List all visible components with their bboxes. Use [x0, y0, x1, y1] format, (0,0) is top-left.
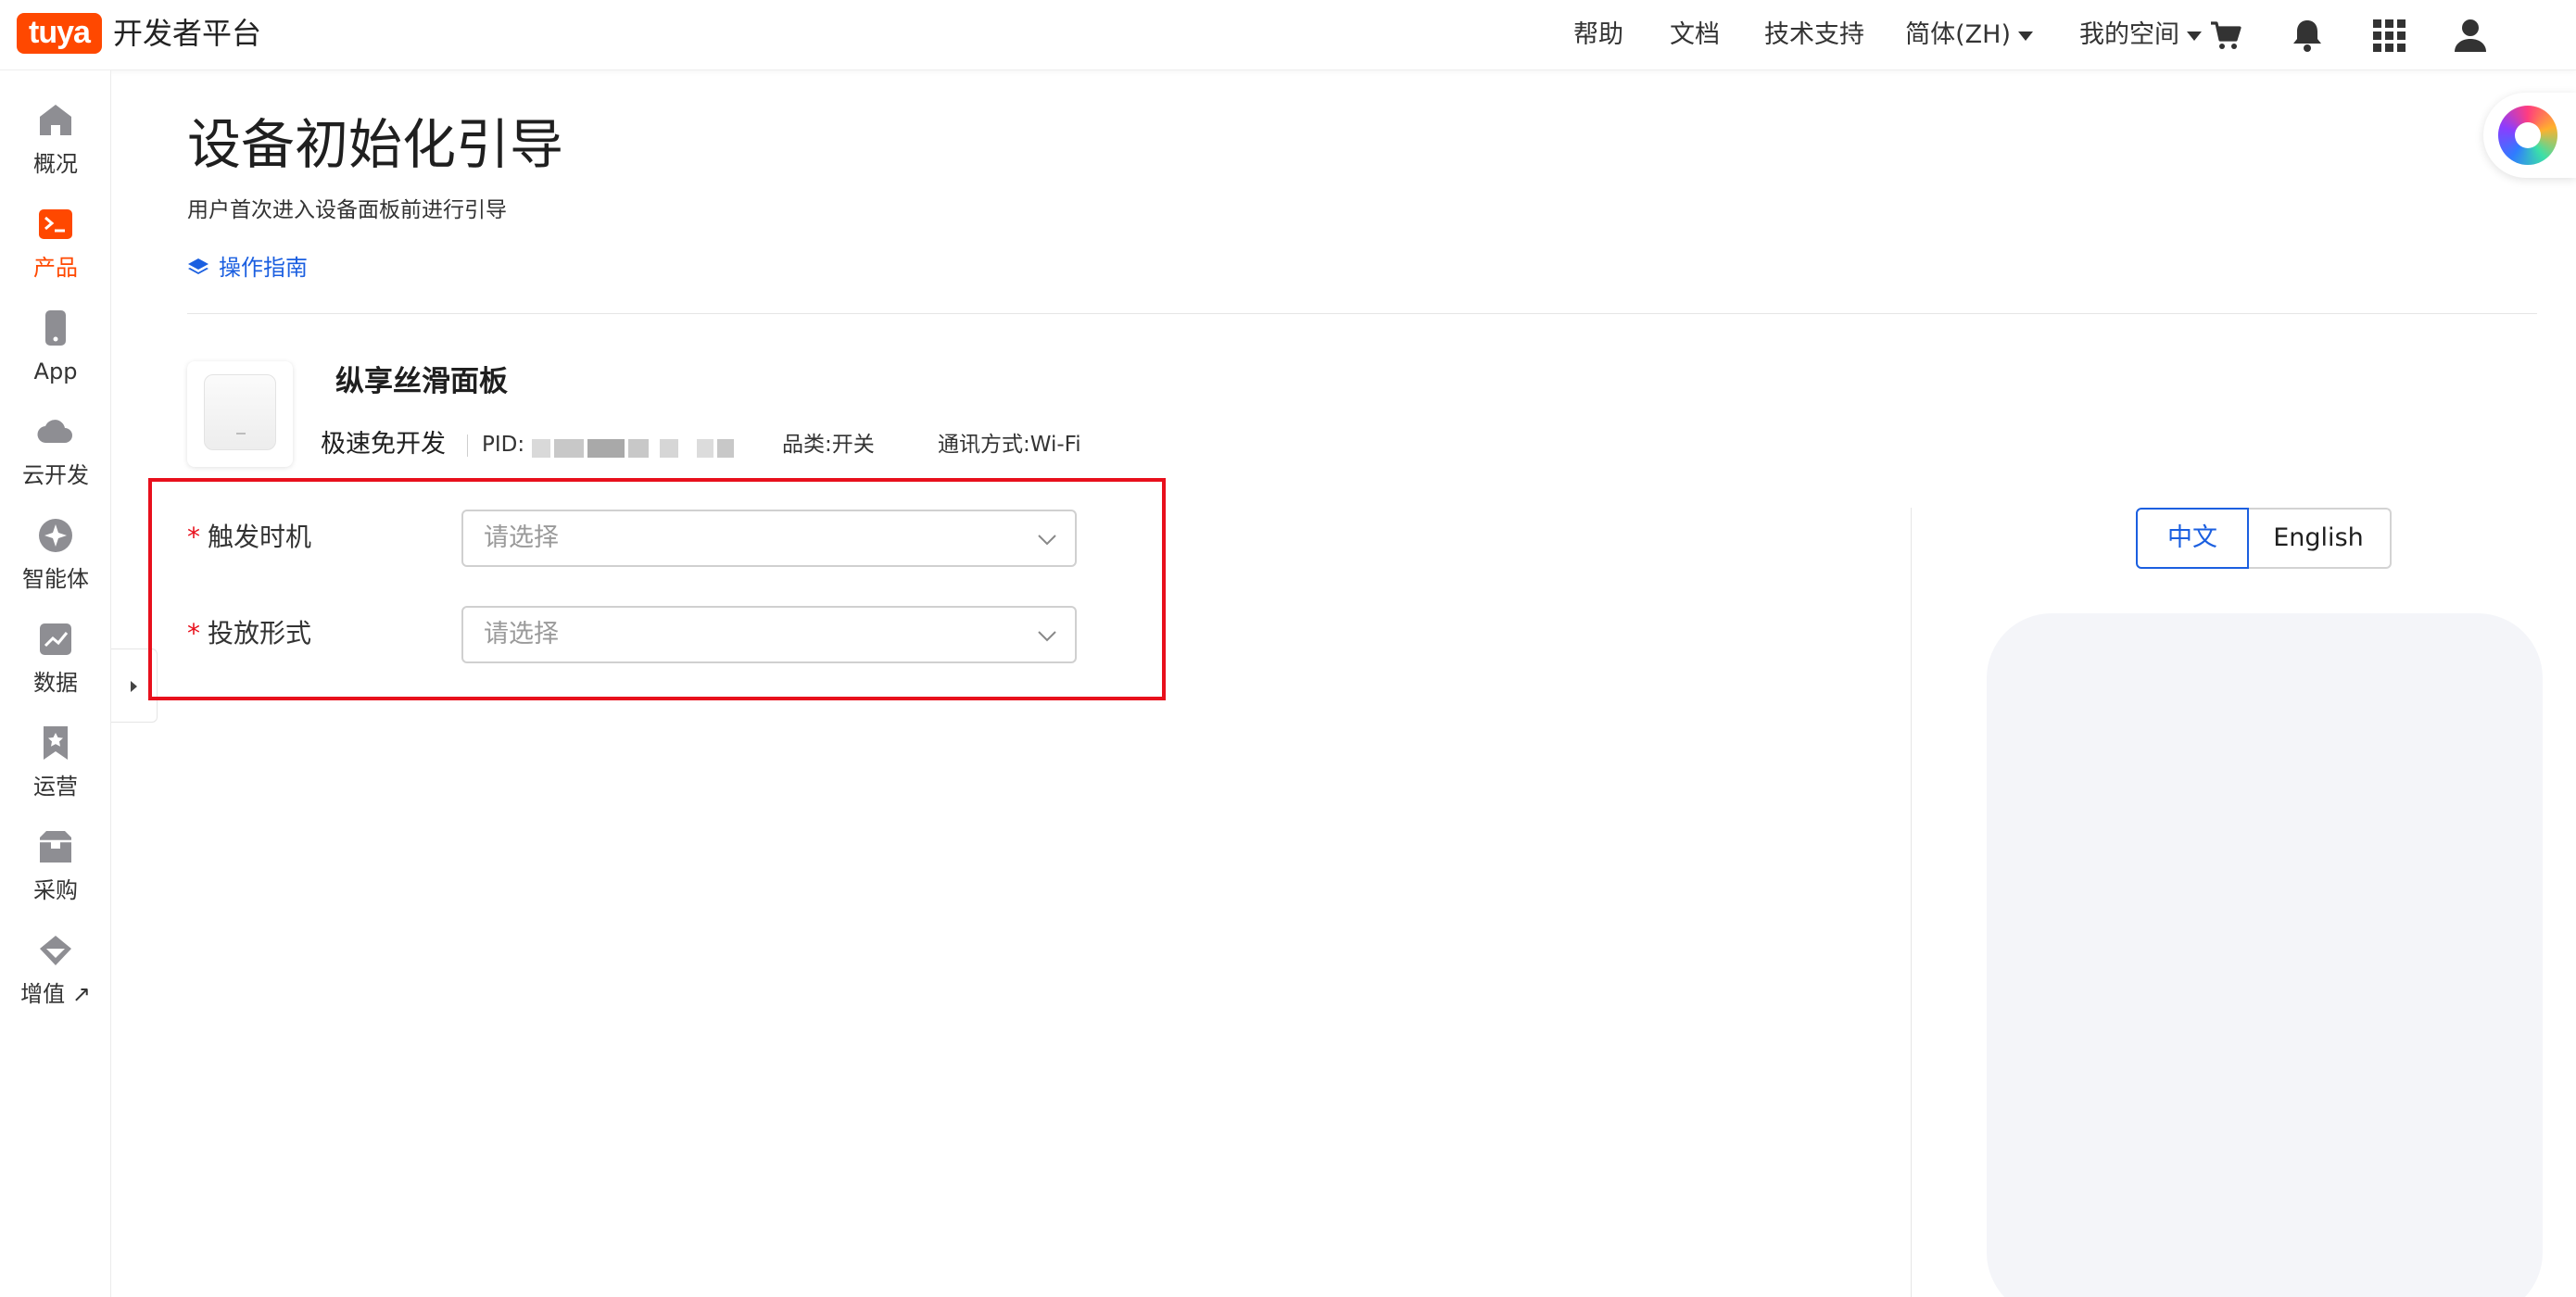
top-navigation-bar: tuya 开发者平台 帮助 文档 技术支持 简体(ZH) 我的空间 [0, 0, 2576, 70]
sidebar-item-purchase[interactable]: 采购 [0, 826, 111, 915]
assistant-orb-icon [2498, 106, 2557, 165]
trigger-timing-select[interactable]: 请选择 [461, 510, 1077, 567]
page-title: 设备初始化引导 [187, 113, 564, 176]
bookmark-icon [44, 726, 68, 760]
trigger-timing-text: 触发时机 [208, 522, 312, 552]
chart-icon [40, 623, 71, 655]
required-mark: * [187, 618, 200, 648]
tuya-logo[interactable]: tuya [17, 13, 102, 54]
diamond-icon [40, 936, 71, 965]
sidebar-item-product[interactable]: 产品 [0, 204, 111, 293]
product-category: 品类:开关 [782, 433, 875, 457]
display-format-select[interactable]: 请选择 [461, 606, 1077, 663]
brand-name[interactable]: 开发者平台 [113, 15, 261, 52]
required-mark: * [187, 522, 200, 552]
sidebar-item-label: 云开发 [22, 462, 89, 488]
preview-divider [1911, 508, 1912, 1297]
sidebar-item-label: 概况 [33, 151, 78, 177]
product-protocol: 通讯方式:Wi-Fi [938, 433, 1081, 457]
docs-link[interactable]: 文档 [1670, 17, 1720, 54]
display-format-label: * 投放形式 [187, 617, 311, 650]
lang-zh-button[interactable]: 中文 [2136, 508, 2249, 569]
language-dropdown[interactable]: 简体(ZH) [1905, 17, 2033, 54]
terminal-icon [39, 209, 72, 239]
phone-icon [45, 310, 66, 346]
help-link[interactable]: 帮助 [1573, 17, 1623, 54]
user-icon[interactable] [2452, 17, 2489, 54]
chevron-down-icon [1038, 631, 1056, 642]
page-description: 用户首次进入设备面板前进行引导 [187, 198, 507, 222]
caret-down-icon [2018, 31, 2033, 41]
meta-separator [467, 434, 468, 457]
left-sidebar: 概况 产品 App 云开发 智能体 数据 运营 采购 增值 ↗ [0, 70, 111, 1297]
bell-icon[interactable] [2289, 17, 2326, 54]
lang-en-button[interactable]: English [2247, 508, 2392, 569]
sidebar-item-label: 产品 [33, 255, 78, 281]
cloud-icon [37, 420, 72, 444]
trigger-timing-label: * 触发时机 [187, 521, 311, 554]
my-space-label: 我的空间 [2079, 20, 2179, 49]
sidebar-item-label: App [33, 359, 78, 384]
support-link[interactable]: 技术支持 [1764, 17, 1864, 54]
product-image [187, 361, 293, 467]
layers-icon [188, 258, 208, 274]
ai-assistant-button[interactable] [2483, 93, 2576, 178]
my-space-dropdown[interactable]: 我的空间 [2079, 17, 2202, 54]
header-divider [187, 313, 2537, 314]
cart-icon[interactable] [2207, 17, 2244, 54]
sidebar-item-label: 智能体 [22, 566, 89, 592]
dev-mode-tag: 极速免开发 [321, 430, 446, 459]
guide-link-label: 操作指南 [219, 255, 308, 281]
caret-right-icon [131, 681, 137, 692]
language-label: 简体(ZH) [1905, 20, 2011, 49]
product-name: 纵享丝滑面板 [335, 365, 508, 398]
select-placeholder: 请选择 [484, 523, 559, 552]
sidebar-item-label: 采购 [33, 877, 78, 903]
caret-down-icon [2187, 31, 2202, 41]
operation-guide-link[interactable]: 操作指南 [187, 252, 308, 283]
chevron-down-icon [1038, 535, 1056, 546]
sidebar-item-app[interactable]: App [0, 308, 111, 397]
sidebar-item-data[interactable]: 数据 [0, 619, 111, 708]
phone-preview-frame [1987, 613, 2543, 1297]
home-icon [40, 105, 71, 135]
sidebar-item-cloud[interactable]: 云开发 [0, 411, 111, 500]
sidebar-item-label: 数据 [33, 670, 78, 696]
sidebar-item-agent[interactable]: 智能体 [0, 515, 111, 604]
sparkle-icon [39, 519, 72, 552]
box-icon [40, 831, 71, 863]
sidebar-item-label: 增值 ↗ [20, 981, 91, 1007]
sidebar-item-label: 运营 [33, 774, 78, 800]
apps-grid-icon[interactable] [2370, 17, 2407, 54]
display-format-text: 投放形式 [208, 618, 312, 648]
pid-label: PID: [482, 433, 525, 457]
sidebar-item-overview[interactable]: 概况 [0, 100, 111, 189]
sidebar-item-value-added[interactable]: 增值 ↗ [0, 930, 111, 1019]
select-placeholder: 请选择 [484, 620, 559, 648]
sidebar-item-operations[interactable]: 运营 [0, 723, 111, 812]
